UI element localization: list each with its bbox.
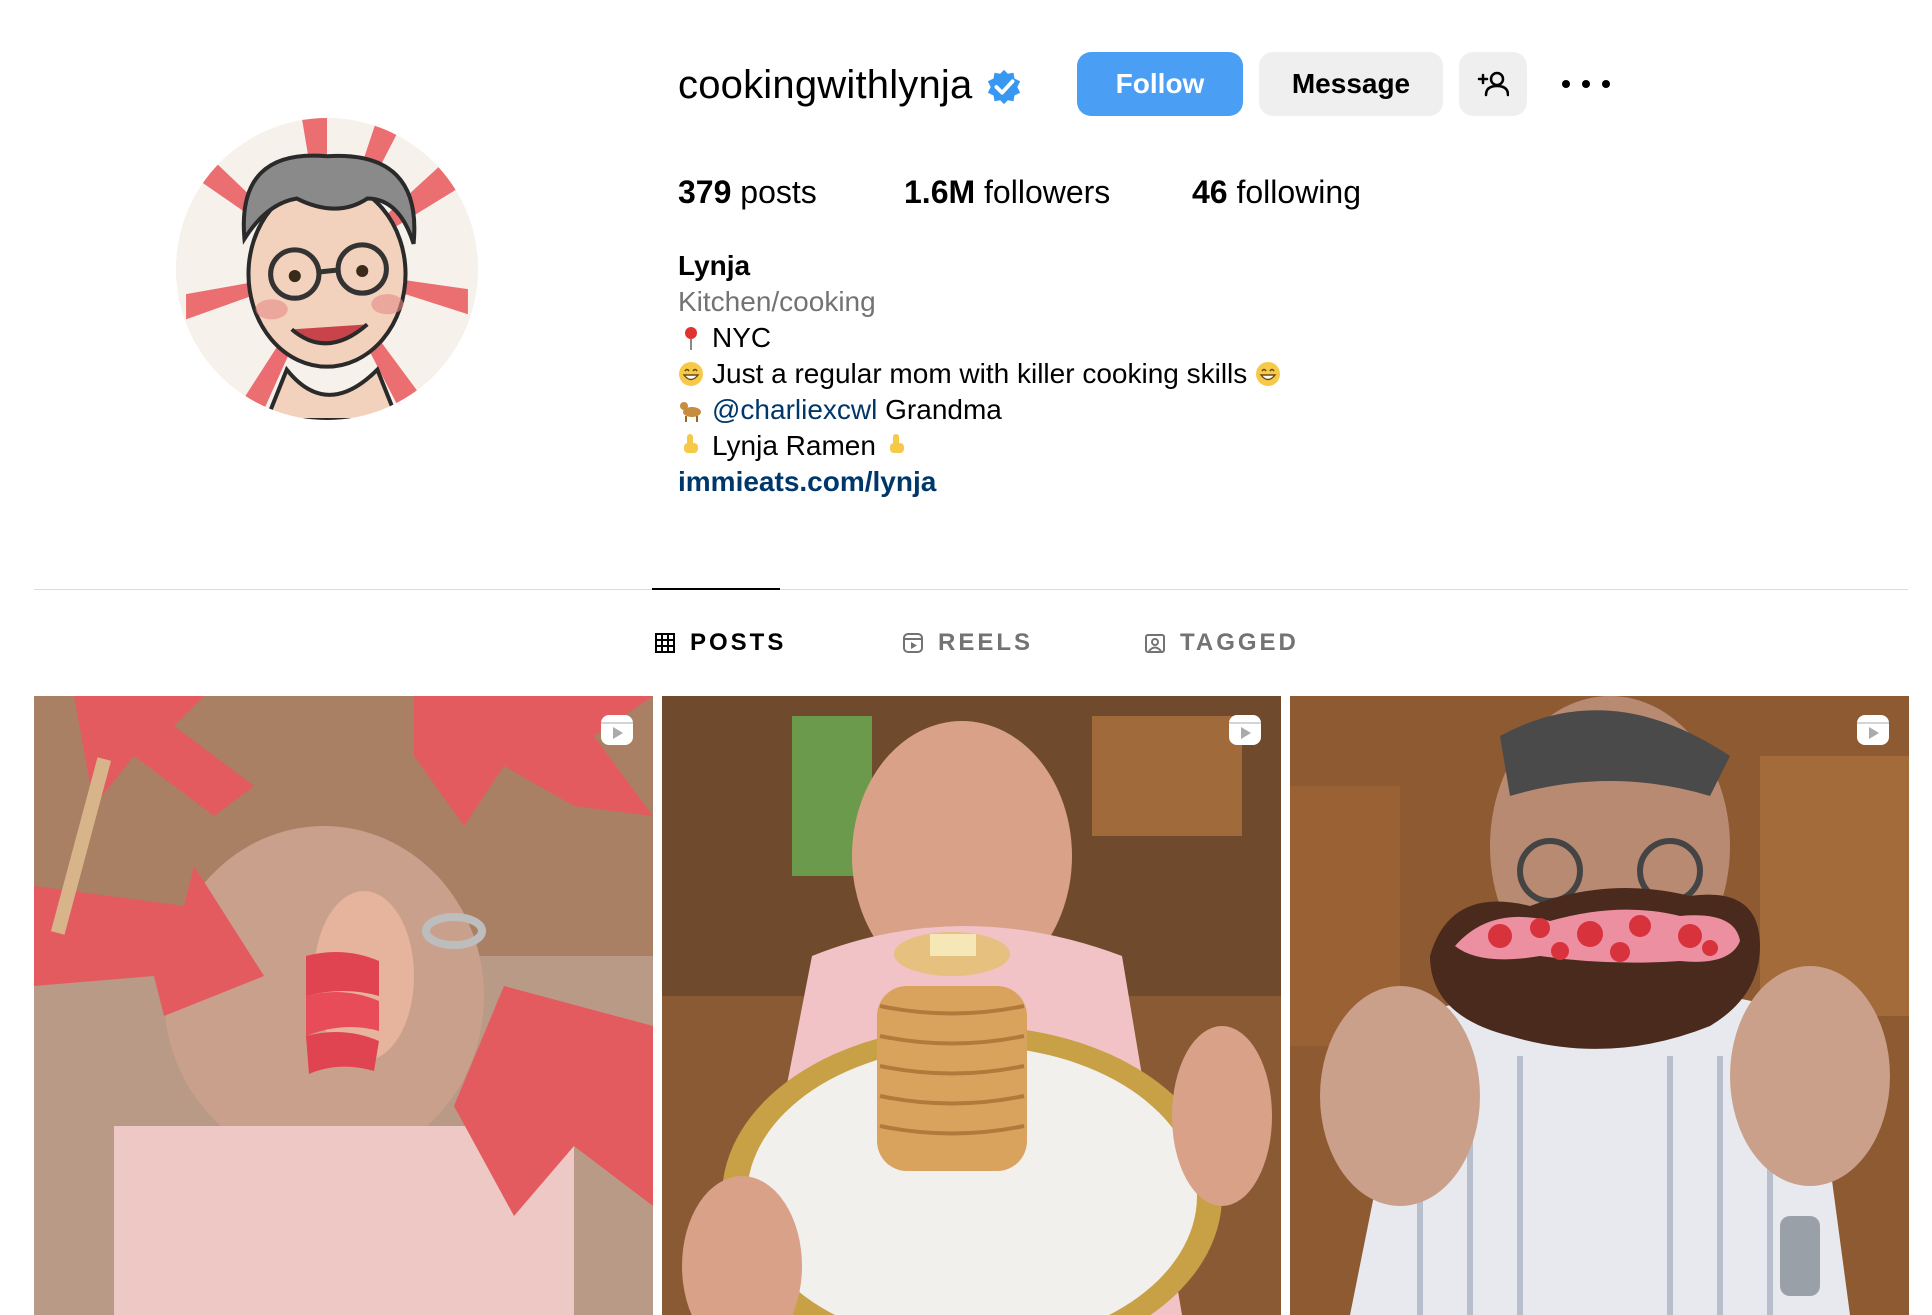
- person-plus-icon: [1477, 71, 1509, 97]
- pin-icon: [685, 327, 697, 350]
- post-image-pancake-stack: [662, 696, 1281, 1315]
- mention-link[interactable]: @charliexcwl: [712, 392, 877, 428]
- tabs-divider: [34, 589, 1908, 590]
- profile-username: cookingwithlynja: [678, 63, 973, 107]
- suggested-users-button[interactable]: [1459, 52, 1527, 116]
- profile-avatar[interactable]: [176, 118, 478, 420]
- post-thumbnail[interactable]: [34, 696, 653, 1315]
- reels-icon: [903, 633, 923, 653]
- tab-posts[interactable]: POSTS: [654, 628, 786, 658]
- post-thumbnail[interactable]: [1290, 696, 1909, 1315]
- post-thumbnail[interactable]: [662, 696, 1281, 1315]
- post-image-gummy-candy: [34, 696, 653, 1315]
- followers-count[interactable]: 1.6M followers: [904, 170, 1110, 214]
- message-button[interactable]: Message: [1259, 52, 1443, 116]
- grid-icon: [655, 633, 675, 653]
- posts-count: 379 posts: [678, 174, 817, 210]
- pointing-down-icon: [889, 434, 904, 453]
- profile-bio: Lynja Kitchen/cooking NYC Just a regular…: [678, 248, 1281, 500]
- avatar-illustration: [176, 118, 478, 420]
- reel-icon: [1857, 715, 1889, 745]
- post-image-chocolate-strawberry-bark: [1290, 696, 1909, 1315]
- bio-name: Lynja: [678, 250, 751, 281]
- grinning-face-icon: [679, 362, 703, 386]
- following-count[interactable]: 46 following: [1192, 170, 1361, 214]
- tagged-icon: [1145, 634, 1165, 653]
- active-tab-indicator: [652, 588, 780, 590]
- ellipsis-icon: [1562, 80, 1570, 88]
- verified-badge-icon: [987, 69, 1021, 105]
- more-options-button[interactable]: [1562, 64, 1610, 104]
- bio-external-link[interactable]: immieats.com/lynja: [678, 464, 1281, 500]
- tab-reels[interactable]: REELS: [902, 628, 1033, 658]
- follow-button[interactable]: Follow: [1077, 52, 1243, 116]
- reel-icon: [601, 715, 633, 745]
- pointing-down-icon: [684, 434, 698, 453]
- bio-tagline: Just a regular mom with killer cooking s…: [678, 356, 1281, 392]
- bio-location: NYC: [678, 320, 1281, 356]
- bio-category: Kitchen/cooking: [678, 286, 876, 317]
- bio-ramen-line: Lynja Ramen: [678, 428, 1281, 464]
- dog-icon: [680, 402, 701, 422]
- grinning-face-icon: [1256, 362, 1281, 386]
- tab-tagged[interactable]: TAGGED: [1144, 628, 1299, 658]
- bio-mention-line: @charliexcwl Grandma: [678, 392, 1281, 428]
- reel-icon: [1229, 715, 1261, 745]
